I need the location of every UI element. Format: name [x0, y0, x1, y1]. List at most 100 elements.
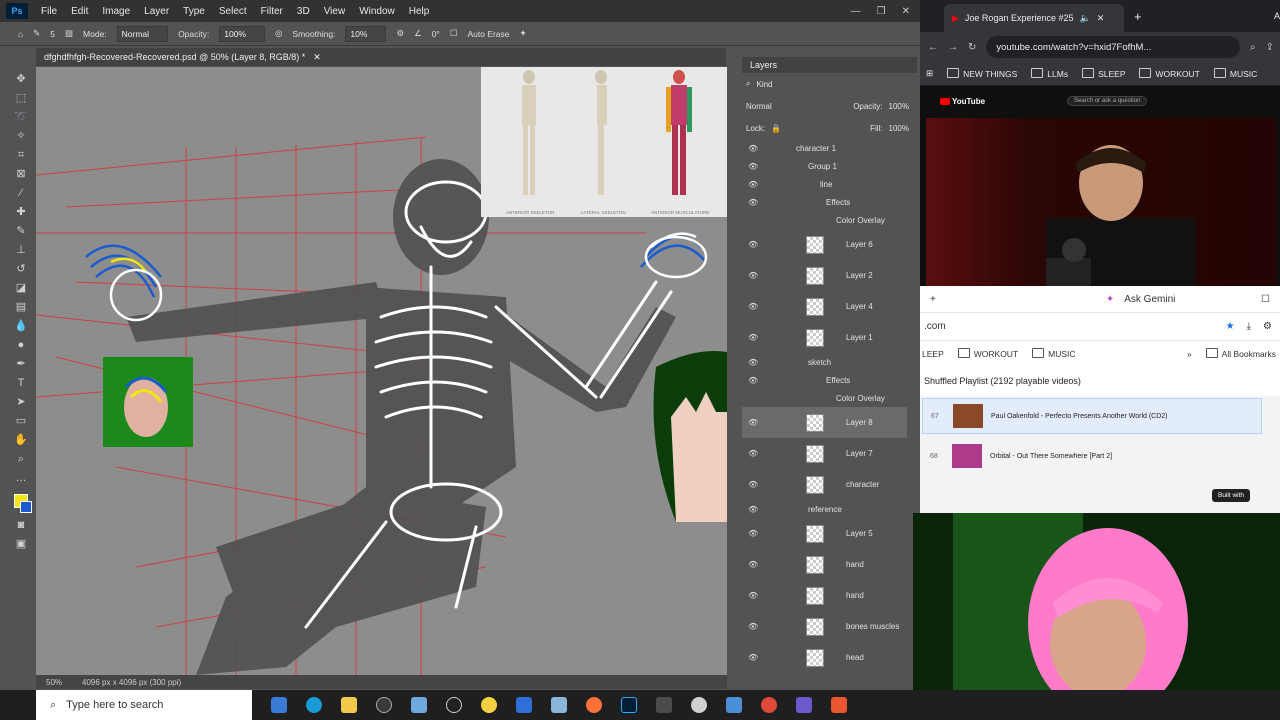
lasso-tool-icon[interactable]: ➰ — [14, 110, 28, 124]
pencil-tool-icon[interactable]: ✎ — [33, 28, 40, 39]
bookmark-workout[interactable]: WORKOUT — [958, 348, 1018, 359]
forward-icon[interactable]: → — [948, 42, 958, 53]
visibility-eye-icon[interactable]: 👁 — [748, 376, 758, 385]
symmetry-icon[interactable]: ✦ — [520, 28, 527, 39]
taskbar-search[interactable]: ⌕ Type here to search — [36, 690, 252, 720]
chrome-icon[interactable] — [761, 697, 777, 713]
history-brush-icon[interactable]: ↺ — [14, 262, 28, 276]
home-icon[interactable]: ⌂ — [18, 29, 23, 39]
edge-icon[interactable] — [306, 697, 322, 713]
hand-tool-icon[interactable]: ✋ — [14, 433, 28, 447]
bookmark-workout[interactable]: WORKOUT — [1139, 68, 1199, 79]
menu-help[interactable]: Help — [402, 6, 437, 17]
browser-tab[interactable]: ▶ Joe Rogan Experience #25 🔈 ✕ — [944, 4, 1124, 32]
angle-field[interactable]: 0° — [432, 29, 440, 39]
crop-tool-icon[interactable]: ⌗ — [14, 148, 28, 162]
visibility-eye-icon[interactable]: 👁 — [748, 302, 758, 311]
minimize-icon[interactable]: — — [851, 6, 861, 17]
visibility-eye-icon[interactable]: 👁 — [748, 529, 758, 538]
new-tab-icon[interactable]: + — [930, 294, 936, 305]
blend-mode-select[interactable]: Normal — [746, 102, 772, 111]
mute-icon[interactable]: 🔈 — [1080, 13, 1091, 24]
download-icon[interactable]: ⤓ — [1247, 321, 1263, 332]
menu-image[interactable]: Image — [95, 6, 137, 17]
layer-row-line[interactable]: 👁 line — [742, 175, 907, 193]
app-icon[interactable] — [796, 697, 812, 713]
tab-close-icon[interactable]: ✕ — [1097, 13, 1105, 24]
gemini-url-text[interactable]: .com — [924, 321, 946, 332]
lightbulb-icon[interactable] — [481, 697, 497, 713]
app-icon[interactable] — [411, 697, 427, 713]
visibility-eye-icon[interactable]: 👁 — [748, 480, 758, 489]
layer-row-hand[interactable]: 👁 hand — [742, 549, 907, 580]
quick-mask-icon[interactable]: ◙ — [14, 518, 28, 532]
menu-type[interactable]: Type — [176, 6, 212, 17]
visibility-eye-icon[interactable]: 👁 — [748, 449, 758, 458]
close-tab-icon[interactable]: ✕ — [313, 52, 321, 63]
firefox-icon[interactable] — [586, 697, 602, 713]
pencil-icon[interactable]: ✎ — [14, 224, 28, 238]
layer-row-group-1[interactable]: 👁 Group 1 — [742, 157, 907, 175]
visibility-eye-icon[interactable]: 👁 — [748, 622, 758, 631]
visibility-eye-icon[interactable]: 👁 — [748, 358, 758, 367]
layer-row-character[interactable]: 👁 character — [742, 469, 907, 500]
zoom-tool-icon[interactable]: ⌕ — [14, 452, 28, 466]
visibility-eye-icon[interactable]: 👁 — [748, 560, 758, 569]
eyedropper-icon[interactable]: ⁄ — [14, 186, 28, 200]
quick-select-icon[interactable]: ✧ — [14, 129, 28, 143]
bookmark-llms[interactable]: LLMs — [1031, 68, 1068, 79]
healing-brush-icon[interactable]: ✚ — [14, 205, 28, 219]
more-tools-icon[interactable]: … — [14, 471, 28, 485]
blur-tool-icon[interactable]: 💧 — [14, 319, 28, 333]
brave-icon[interactable] — [831, 697, 847, 713]
canvas[interactable]: ANTERIOR SKELETON LATERAL SKELETON ANTER… — [36, 67, 727, 675]
layer-row-layer-5[interactable]: 👁 Layer 5 — [742, 518, 907, 549]
zoom-level[interactable]: 50% — [46, 678, 62, 687]
visibility-eye-icon[interactable]: 👁 — [748, 144, 758, 153]
all-bookmarks[interactable]: All Bookmarks — [1206, 348, 1280, 359]
bookmark-new-things[interactable]: NEW THINGS — [947, 68, 1017, 79]
ask-gemini-button[interactable]: Ask Gemini — [1124, 294, 1175, 305]
opacity-field[interactable]: 100% — [219, 25, 265, 42]
layer-row-reference[interactable]: 👁 reference — [742, 500, 907, 518]
app-icon[interactable] — [551, 697, 567, 713]
url-field[interactable]: youtube.com/watch?v=hxid7FofhM... — [986, 36, 1240, 58]
visibility-eye-icon[interactable]: 👁 — [748, 271, 758, 280]
layer-row-effects[interactable]: 👁 Effects — [742, 371, 907, 389]
menu-edit[interactable]: Edit — [64, 6, 95, 17]
close-icon[interactable]: ✕ — [902, 6, 910, 17]
document-icon[interactable] — [516, 697, 532, 713]
screen-mode-icon[interactable]: ▣ — [14, 537, 28, 551]
task-view-icon[interactable] — [271, 697, 287, 713]
maximize-icon[interactable]: ☐ — [1261, 294, 1280, 305]
app-icon[interactable] — [656, 697, 672, 713]
reload-icon[interactable]: ↻ — [968, 42, 976, 53]
gradient-icon[interactable]: ▤ — [14, 300, 28, 314]
fill-field[interactable]: 100% — [889, 124, 909, 133]
smoothing-field[interactable]: 10% — [345, 25, 387, 42]
layer-row-color-overlay[interactable]: Color Overlay — [742, 211, 907, 229]
layer-row-layer-2[interactable]: 👁 Layer 2 — [742, 260, 907, 291]
background-color-swatch[interactable] — [20, 501, 32, 513]
filter-kind-select[interactable]: Kind — [756, 80, 772, 89]
menu-filter[interactable]: Filter — [254, 6, 290, 17]
visibility-eye-icon[interactable]: 👁 — [748, 198, 758, 207]
layer-row-layer-6[interactable]: 👁 Layer 6 — [742, 229, 907, 260]
apps-icon[interactable]: ⊞ — [926, 68, 933, 79]
layer-row-layer-8[interactable]: 👁 Layer 8 — [742, 407, 907, 438]
menu-window[interactable]: Window — [352, 6, 402, 17]
pressure-opacity-icon[interactable]: ◎ — [275, 28, 282, 39]
layer-row-bones-muscles[interactable]: 👁 bones muscles — [742, 611, 907, 642]
rectangle-tool-icon[interactable]: ▭ — [14, 414, 28, 428]
layers-panel-title[interactable]: Layers — [742, 57, 917, 73]
lock-icon[interactable]: 🔒 — [771, 124, 781, 133]
youtube-logo[interactable]: YouTube — [940, 97, 985, 106]
maximize-icon[interactable]: ❐ — [877, 6, 886, 17]
eraser-icon[interactable]: ◪ — [14, 281, 28, 295]
layer-row-effects[interactable]: 👁 Effects — [742, 193, 907, 211]
file-explorer-icon[interactable] — [341, 697, 357, 713]
built-with-badge[interactable]: Built with — [1212, 489, 1251, 502]
path-select-icon[interactable]: ➤ — [14, 395, 28, 409]
menu-3d[interactable]: 3D — [290, 6, 317, 17]
visibility-eye-icon[interactable]: 👁 — [748, 505, 758, 514]
